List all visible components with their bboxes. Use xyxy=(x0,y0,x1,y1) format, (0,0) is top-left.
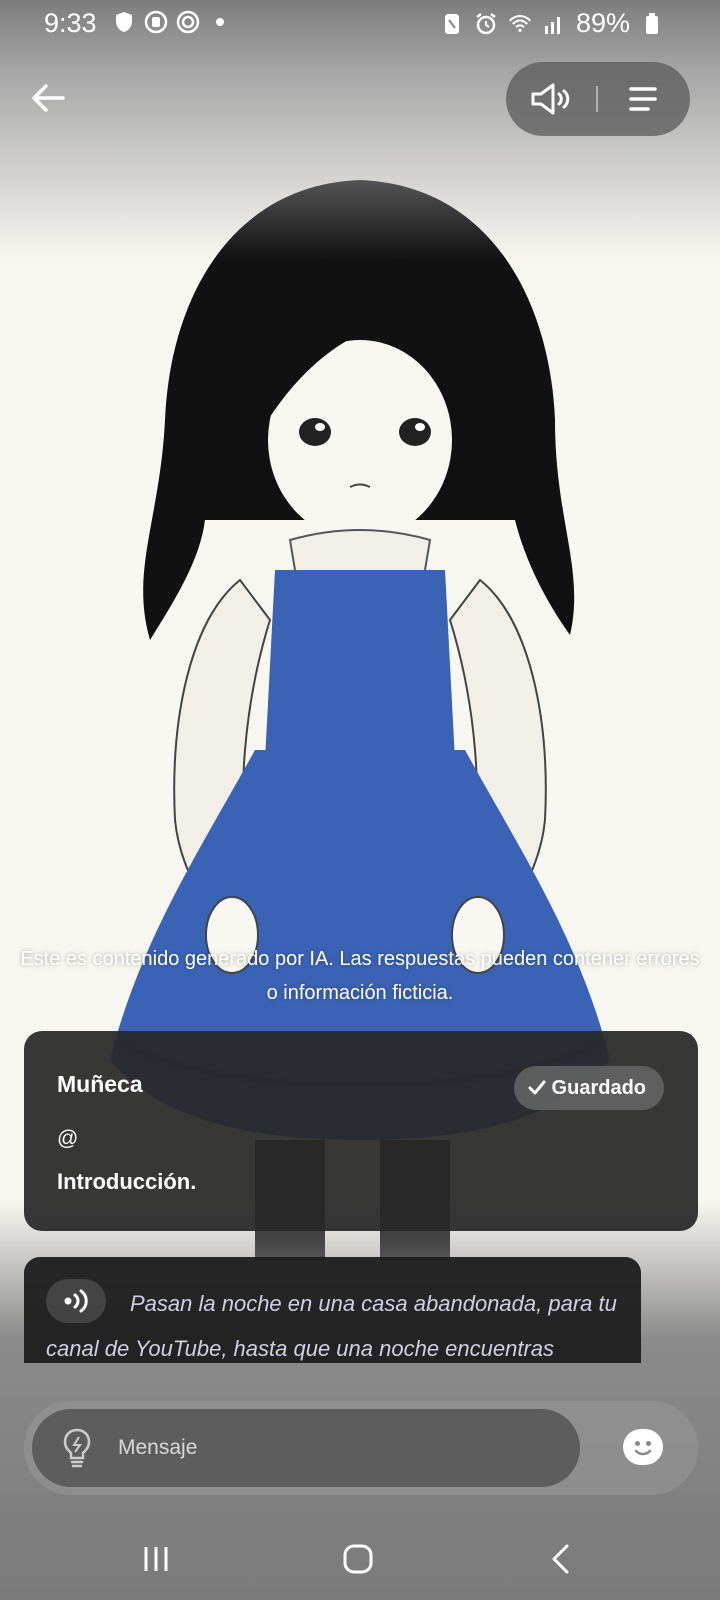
character-info-card: Muñeca Guardado @ Introducción. xyxy=(24,1031,698,1231)
home-button[interactable] xyxy=(328,1534,388,1584)
character-handle[interactable]: @ xyxy=(57,1127,78,1151)
character-name: Muñeca xyxy=(57,1071,143,1097)
character-intro: Introducción. xyxy=(57,1169,197,1194)
message-input[interactable] xyxy=(118,1409,558,1487)
emoji-button[interactable] xyxy=(623,1429,663,1465)
message-text: Pasan la noche en una casa abandonada, p… xyxy=(46,1291,617,1361)
saved-label: Guardado xyxy=(551,1076,646,1099)
top-actions-pill xyxy=(506,62,690,136)
status-system-icons: 89% xyxy=(440,8,664,39)
battery-icon xyxy=(640,12,664,36)
back-button[interactable] xyxy=(24,74,72,122)
nfc-icon xyxy=(440,12,464,36)
status-time: 9:33 xyxy=(44,8,97,38)
disclaimer-line-1: Este es contenido generado por IA. Las r… xyxy=(20,948,700,970)
message-composer xyxy=(24,1401,698,1495)
checkmark-icon xyxy=(528,1080,546,1095)
target-icon xyxy=(176,10,200,34)
recent-apps-button[interactable] xyxy=(126,1534,186,1584)
voice-toggle-button[interactable] xyxy=(506,62,596,136)
back-arrow-icon xyxy=(32,84,65,112)
speaker-icon xyxy=(531,83,570,115)
saved-button[interactable]: Guardado xyxy=(513,1066,664,1110)
wifi-icon xyxy=(508,12,532,36)
status-bar: 9:33 89% xyxy=(0,0,720,46)
sound-waves-icon xyxy=(64,1289,88,1313)
menu-button[interactable] xyxy=(598,62,688,136)
system-navigation-bar xyxy=(0,1510,720,1600)
disclaimer-line-2: o información ficticia. xyxy=(266,982,454,1004)
lightbulb-icon[interactable] xyxy=(62,1427,92,1469)
character-message-bubble: Pasan la noche en una casa abandonada, p… xyxy=(24,1257,641,1363)
alarm-icon xyxy=(474,12,498,36)
message-input-container xyxy=(32,1409,580,1487)
status-notification-icons xyxy=(112,10,232,34)
recent-apps-icon xyxy=(144,1547,168,1571)
shield-icon xyxy=(112,10,136,34)
ai-disclaimer: Este es contenido generado por IA. Las r… xyxy=(20,942,700,1010)
system-back-button[interactable] xyxy=(530,1534,590,1584)
home-icon xyxy=(343,1544,373,1574)
smiley-icon xyxy=(634,1449,652,1456)
chevron-left-icon xyxy=(552,1544,569,1574)
signal-icon xyxy=(542,12,566,36)
circle-app-icon xyxy=(144,10,168,34)
play-audio-button[interactable] xyxy=(46,1279,106,1323)
battery-percentage: 89% xyxy=(575,8,630,38)
menu-icon xyxy=(629,87,657,111)
dot-icon xyxy=(208,10,232,34)
